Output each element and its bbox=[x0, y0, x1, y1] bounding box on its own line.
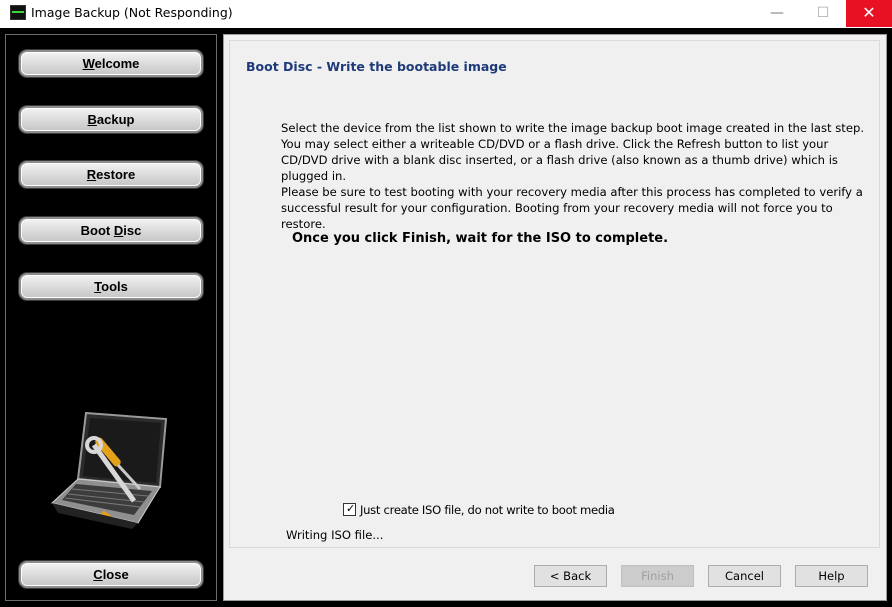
restore-button[interactable]: Restore bbox=[19, 161, 203, 188]
close-button[interactable]: Close bbox=[19, 561, 203, 588]
content-panel: Boot Disc - Write the bootable image Sel… bbox=[223, 34, 887, 601]
backup-button[interactable]: Backup bbox=[19, 106, 203, 133]
title-bar: Image Backup (Not Responding) — ☐ ✕ bbox=[0, 0, 892, 27]
iso-only-checkbox[interactable]: ✓ bbox=[343, 502, 356, 516]
status-text: Writing ISO file... bbox=[286, 528, 384, 542]
welcome-button[interactable]: Welcome bbox=[19, 50, 203, 77]
sidebar: Welcome Backup Restore Boot Disc Tools C… bbox=[5, 34, 217, 601]
wizard-page: Boot Disc - Write the bootable image Sel… bbox=[229, 40, 880, 548]
page-title: Boot Disc - Write the bootable image bbox=[246, 59, 507, 74]
tools-button[interactable]: Tools bbox=[19, 273, 203, 300]
window-title: Image Backup (Not Responding) bbox=[31, 5, 233, 20]
maximize-button[interactable]: ☐ bbox=[800, 0, 846, 27]
iso-only-checkbox-label[interactable]: Just create ISO file, do not write to bo… bbox=[360, 503, 615, 517]
laptop-tools-illustration bbox=[50, 411, 168, 529]
cancel-button[interactable]: Cancel bbox=[708, 565, 781, 587]
finish-button[interactable]: Finish bbox=[621, 565, 694, 587]
checkmark-icon: ✓ bbox=[346, 502, 356, 515]
help-button[interactable]: Help bbox=[795, 565, 868, 587]
app-icon bbox=[10, 5, 26, 20]
minimize-button[interactable]: — bbox=[754, 0, 800, 27]
close-window-button[interactable]: ✕ bbox=[846, 0, 892, 27]
testing-paragraph: Please be sure to test booting with your… bbox=[281, 185, 863, 231]
boot-disc-button[interactable]: Boot Disc bbox=[19, 217, 203, 244]
instructions-paragraph: Select the device from the list shown to… bbox=[281, 121, 865, 183]
back-button[interactable]: < Back bbox=[534, 565, 607, 587]
finish-note: Once you click Finish, wait for the ISO … bbox=[292, 231, 669, 246]
